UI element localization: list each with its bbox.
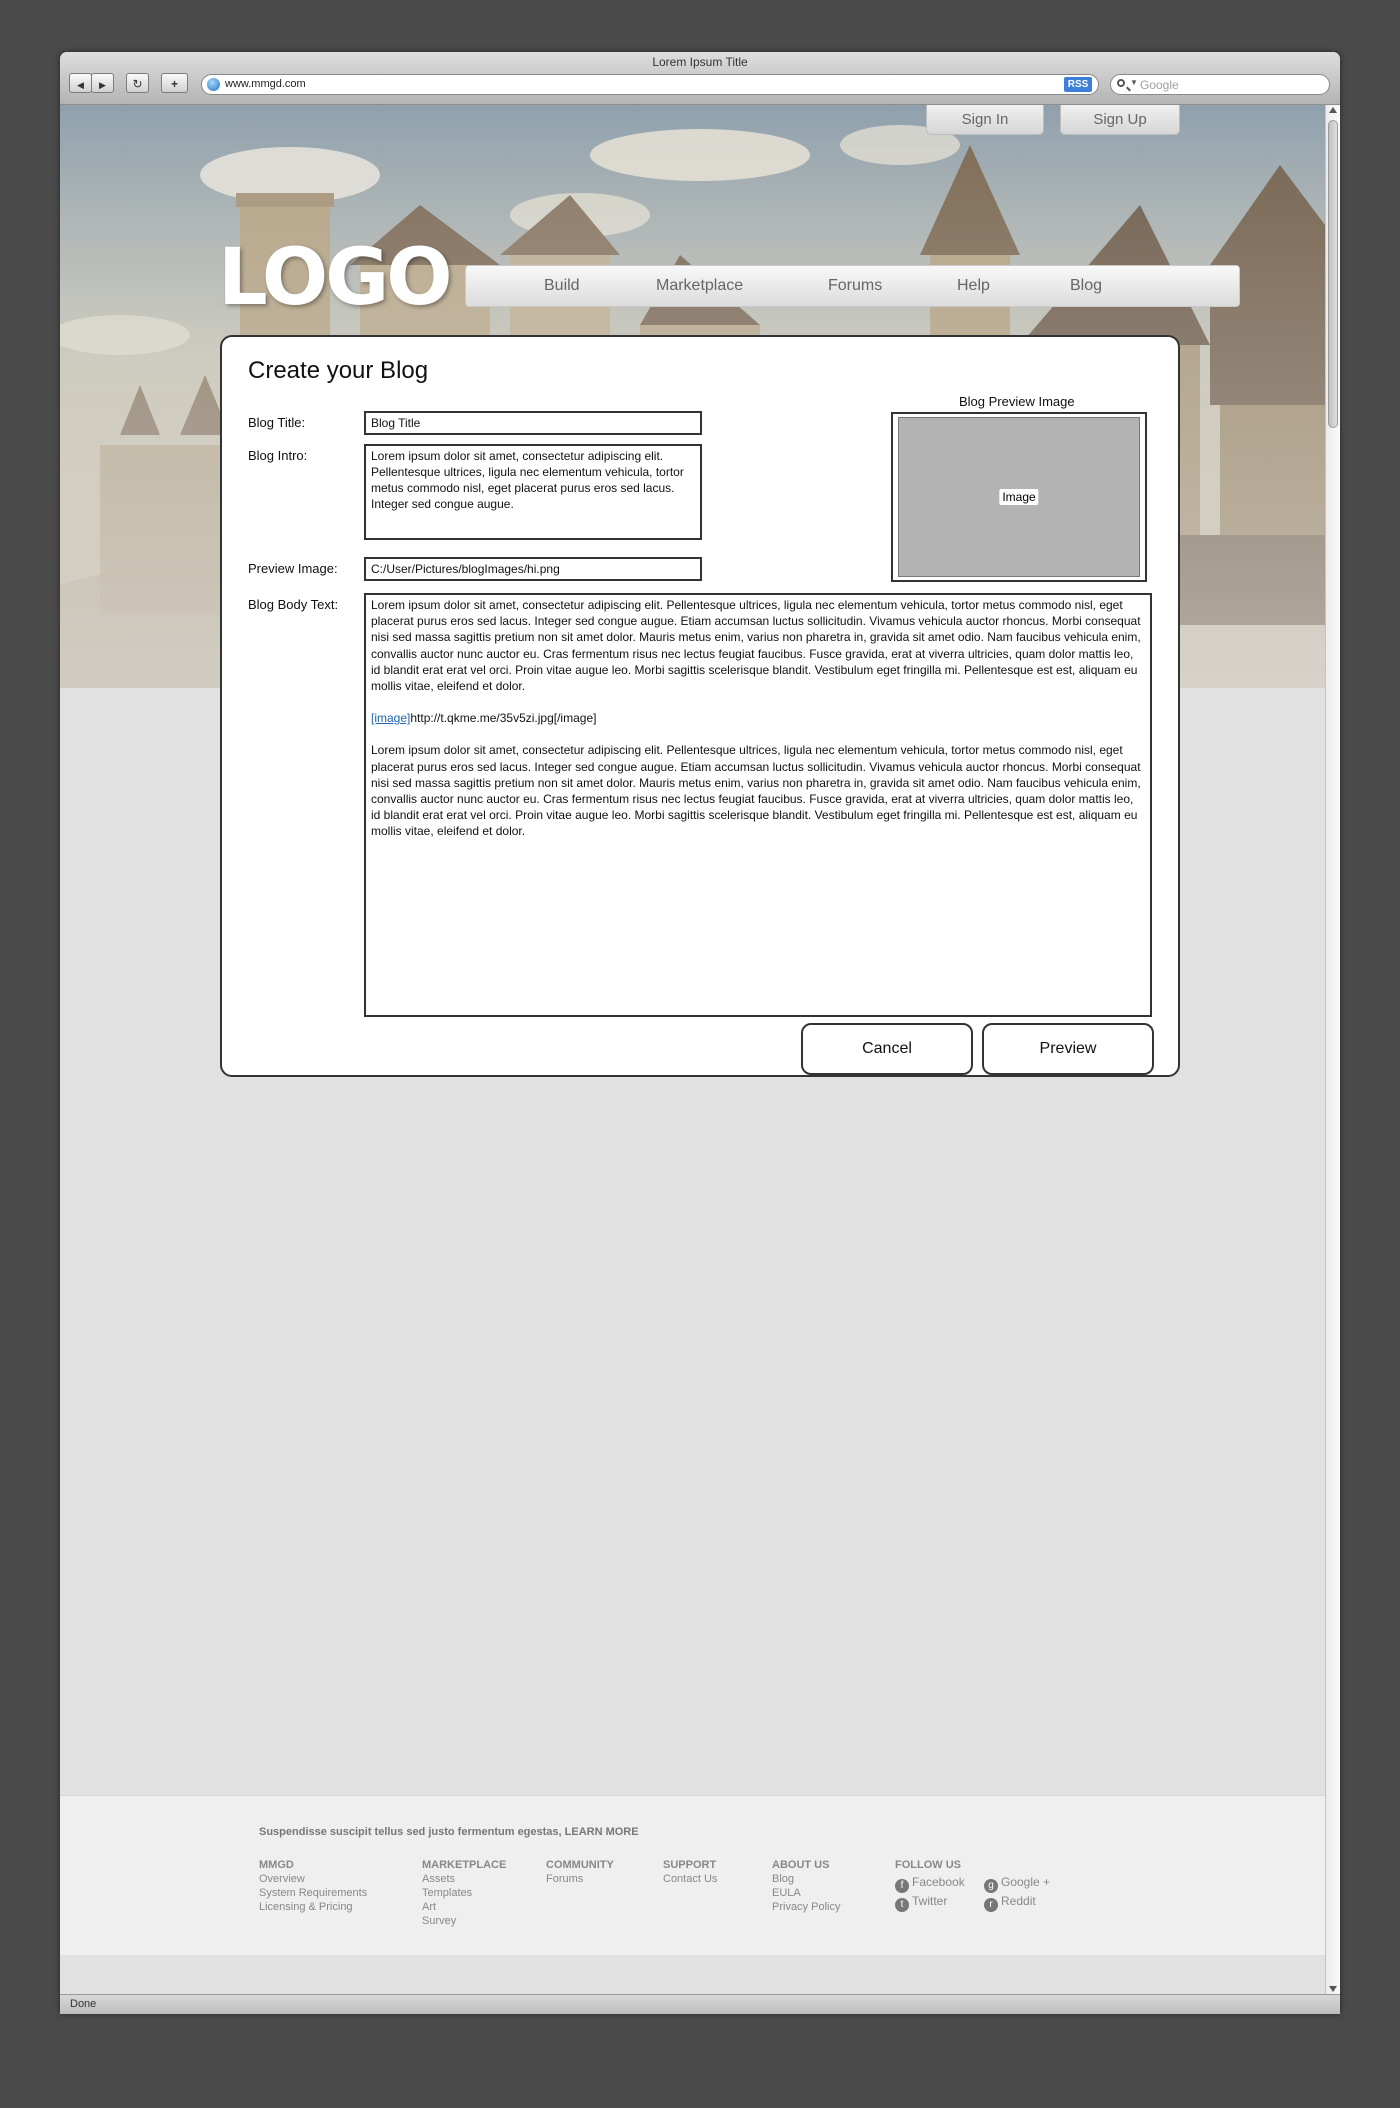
forward-button[interactable]: ▶ <box>91 73 114 93</box>
footer-heading: SUPPORT <box>663 1859 717 1871</box>
footer-link[interactable]: Privacy Policy <box>772 1900 840 1914</box>
forward-arrow-icon: ▶ <box>99 80 106 90</box>
cancel-button[interactable]: Cancel <box>801 1023 973 1075</box>
nav-item-blog[interactable]: Blog <box>1070 266 1102 306</box>
search-input[interactable]: ▼ Google <box>1110 74 1330 95</box>
footer-heading: MARKETPLACE <box>422 1859 507 1871</box>
chevron-down-icon: ▼ <box>1130 78 1138 87</box>
social-label: Google + <box>1001 1875 1051 1889</box>
blog-intro-textarea[interactable]: Lorem ipsum dolor sit amet, consectetur … <box>364 444 702 540</box>
footer-link[interactable]: EULA <box>772 1886 840 1900</box>
nav-item-build[interactable]: Build <box>544 266 580 306</box>
image-placeholder-label: Image <box>999 489 1039 505</box>
rss-button[interactable]: RSS <box>1064 77 1092 92</box>
preview-image-path-input[interactable]: C:/User/Pictures/blogImages/hi.png <box>364 557 702 581</box>
google-plus-icon: g <box>984 1879 998 1893</box>
facebook-icon: f <box>895 1879 909 1893</box>
window-title: Lorem Ipsum Title <box>652 55 748 69</box>
url-text: www.mmgd.com <box>225 78 306 90</box>
address-bar[interactable]: www.mmgd.com RSS <box>201 74 1099 95</box>
footer-link[interactable]: Licensing & Pricing <box>259 1900 367 1914</box>
browser-window: Lorem Ipsum Title ◀ ▶ ↻ + www.mmgd.com R… <box>60 52 1340 2014</box>
title-bar: Lorem Ipsum Title ◀ ▶ ↻ + www.mmgd.com R… <box>60 52 1340 105</box>
twitter-link[interactable]: t Twitter <box>895 1894 947 1912</box>
footer-heading: ABOUT US <box>772 1859 830 1871</box>
image-url-text: http://t.qkme.me/35v5zi.jpg[/image] <box>410 711 597 726</box>
page-viewport: Sign In Sign Up LOGO Build Marketplace F… <box>60 105 1325 1994</box>
nav-item-forums[interactable]: Forums <box>828 266 882 306</box>
search-placeholder: Google <box>1140 78 1179 92</box>
footer-heading: FOLLOW US <box>895 1859 961 1871</box>
preview-image-frame: Image <box>891 412 1147 582</box>
status-bar: Done <box>60 1994 1340 2014</box>
footer-link[interactable]: Forums <box>546 1872 614 1886</box>
globe-icon <box>207 78 220 91</box>
blog-body-textarea[interactable]: Lorem ipsum dolor sit amet, consectetur … <box>364 593 1152 1017</box>
main-nav: Build Marketplace Forums Help Blog <box>465 265 1240 307</box>
vertical-scrollbar[interactable] <box>1325 105 1340 1994</box>
footer-link[interactable]: Survey <box>422 1914 506 1928</box>
sign-up-button[interactable]: Sign Up <box>1060 105 1180 135</box>
footer-link[interactable]: Overview <box>259 1872 367 1886</box>
preview-image-placeholder: Image <box>898 417 1140 577</box>
footer-column-community: COMMUNITY Forums <box>546 1858 614 1886</box>
footer-column-follow: FOLLOW US <box>895 1858 961 1872</box>
footer-link[interactable]: Assets <box>422 1872 506 1886</box>
social-label: Reddit <box>1001 1894 1036 1908</box>
footer-note[interactable]: Suspendisse suscipit tellus sed justo fe… <box>259 1826 639 1838</box>
scroll-down-icon[interactable] <box>1329 1986 1337 1992</box>
image-tag-link[interactable]: [image] <box>371 711 410 725</box>
footer-link[interactable]: Templates <box>422 1886 506 1900</box>
scroll-thumb[interactable] <box>1328 120 1338 428</box>
reddit-icon: r <box>984 1898 998 1912</box>
footer-column-marketplace: MARKETPLACE Assets Templates Art Survey <box>422 1858 506 1928</box>
new-tab-button[interactable]: + <box>161 73 188 93</box>
back-button[interactable]: ◀ <box>69 73 92 93</box>
page-title: Create your Blog <box>248 357 429 384</box>
search-icon <box>1117 79 1125 87</box>
footer-column-support: SUPPORT Contact Us <box>663 1858 717 1886</box>
footer-link[interactable]: System Requirements <box>259 1886 367 1900</box>
back-arrow-icon: ◀ <box>77 80 84 90</box>
google-plus-link[interactable]: g Google + <box>984 1875 1050 1893</box>
facebook-link[interactable]: f Facebook <box>895 1875 965 1893</box>
twitter-icon: t <box>895 1898 909 1912</box>
body-paragraph: Lorem ipsum dolor sit amet, consectetur … <box>371 598 1141 694</box>
social-label: Twitter <box>912 1894 948 1908</box>
site-logo[interactable]: LOGO <box>218 233 453 323</box>
plus-icon: + <box>170 77 178 91</box>
create-blog-card: Create your Blog Blog Title: Blog Title … <box>220 335 1180 1077</box>
image-embed-line: [image]http://t.qkme.me/35v5zi.jpg[/imag… <box>371 710 1145 726</box>
footer-link[interactable]: Art <box>422 1900 506 1914</box>
body-paragraph: Lorem ipsum dolor sit amet, consectetur … <box>371 743 1141 839</box>
nav-item-help[interactable]: Help <box>957 266 990 306</box>
footer-heading: MMGD <box>259 1859 294 1871</box>
preview-image-heading: Blog Preview Image <box>959 394 1075 409</box>
preview-button[interactable]: Preview <box>982 1023 1154 1075</box>
footer-column-about: ABOUT US Blog EULA Privacy Policy <box>772 1858 840 1914</box>
footer-link[interactable]: Contact Us <box>663 1872 717 1886</box>
blog-intro-label: Blog Intro: <box>248 448 308 463</box>
site-footer: Suspendisse suscipit tellus sed justo fe… <box>60 1795 1325 1955</box>
preview-image-label: Preview Image: <box>248 561 338 576</box>
sign-in-button[interactable]: Sign In <box>926 105 1044 135</box>
reload-icon: ↻ <box>132 77 143 91</box>
scroll-up-icon[interactable] <box>1329 107 1337 113</box>
blog-title-input[interactable]: Blog Title <box>364 411 702 435</box>
footer-column-mmgd: MMGD Overview System Requirements Licens… <box>259 1858 367 1914</box>
blog-title-label: Blog Title: <box>248 415 306 430</box>
footer-heading: COMMUNITY <box>546 1859 614 1871</box>
body-text-label: Blog Body Text: <box>248 597 339 612</box>
reload-button[interactable]: ↻ <box>126 73 149 93</box>
social-label: Facebook <box>912 1875 965 1889</box>
footer-link[interactable]: Blog <box>772 1872 840 1886</box>
nav-item-marketplace[interactable]: Marketplace <box>656 266 743 306</box>
reddit-link[interactable]: r Reddit <box>984 1894 1036 1912</box>
